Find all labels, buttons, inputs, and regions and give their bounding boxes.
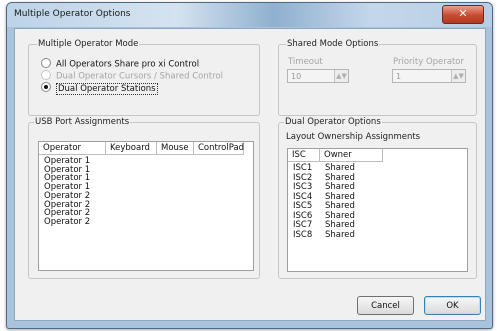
column-header-keyboard[interactable]: Keyboard [106, 142, 157, 155]
close-button[interactable]: ✕ [442, 5, 484, 24]
column-header-isc[interactable]: ISC [288, 149, 320, 162]
radio-button[interactable] [41, 70, 51, 80]
window-title: Multiple Operator Options [14, 9, 131, 19]
radio-dual-operator-cursors[interactable]: Dual Operator Cursors / Shared Control [41, 70, 223, 82]
shared-mode-options-label: Shared Mode Options [286, 39, 380, 49]
usb-port-rows: Operator 1 Operator 1 Operator 1 Operato… [44, 157, 90, 227]
isc-column: ISC1 ISC2 ISC3 ISC4 ISC5 ISC6 ISC7 ISC8 [293, 163, 312, 241]
radio-label: All Operators Share pro xi Control [56, 59, 200, 70]
column-header-controlpad[interactable]: ControlPad [194, 142, 244, 155]
close-icon: ✕ [458, 7, 468, 20]
isc-cell[interactable]: ISC8 [293, 230, 312, 241]
column-header-mouse[interactable]: Mouse [157, 142, 194, 155]
priority-operator-label: Priority Operator [392, 57, 466, 67]
usb-port-assignments-label: USB Port Assignments [34, 117, 131, 127]
dual-operator-options-group: Dual Operator Options Layout Ownership A… [278, 117, 477, 279]
dialog-window: Multiple Operator Options ✕ Multiple Ope… [6, 2, 493, 329]
list-item[interactable]: Operator 2 [44, 218, 90, 227]
timeout-label: Timeout [287, 57, 324, 67]
column-header-owner[interactable]: Owner [320, 149, 383, 162]
title-bar[interactable]: Multiple Operator Options ✕ [7, 3, 492, 27]
priority-operator-value: 1 [396, 72, 402, 81]
radio-label: Dual Operator Cursors / Shared Control [56, 71, 223, 82]
spinner-arrows-icon[interactable]: ▲▼ [334, 70, 348, 82]
usb-port-assignments-group: USB Port Assignments Operator Keyboard M… [28, 117, 260, 279]
layout-ownership-list[interactable]: ISC Owner ISC1 ISC2 ISC3 ISC4 ISC5 ISC6 … [287, 148, 468, 272]
multiple-operator-mode-group: Multiple Operator Mode All Operators Sha… [28, 39, 260, 116]
multiple-operator-mode-label: Multiple Operator Mode [37, 39, 140, 49]
owner-cell[interactable]: Shared [325, 230, 355, 241]
owner-column: Shared Shared Shared Shared Shared Share… [325, 163, 355, 241]
column-header-operator[interactable]: Operator [39, 142, 106, 155]
shared-mode-options-group: Shared Mode Options Timeout 10 ▲▼ Priori… [278, 39, 477, 116]
cancel-button[interactable]: Cancel [357, 296, 414, 315]
timeout-spinner[interactable]: 10 ▲▼ [287, 69, 349, 83]
layout-ownership-label: Layout Ownership Assignments [285, 132, 422, 142]
spinner-arrows-icon[interactable]: ▲▼ [451, 70, 465, 82]
priority-operator-spinner[interactable]: 1 ▲▼ [392, 69, 466, 83]
radio-label: Dual Operator Stations [56, 82, 158, 95]
ok-button[interactable]: OK [424, 296, 481, 315]
radio-button-selected[interactable] [41, 82, 51, 92]
usb-port-list[interactable]: Operator Keyboard Mouse ControlPad Opera… [38, 141, 254, 271]
radio-all-operators-share[interactable]: All Operators Share pro xi Control [41, 58, 200, 70]
dual-operator-options-label: Dual Operator Options [284, 117, 382, 127]
radio-dual-operator-stations[interactable]: Dual Operator Stations [41, 82, 158, 95]
timeout-value: 10 [291, 72, 302, 81]
dialog-client-area: Multiple Operator Mode All Operators Sha… [14, 28, 486, 321]
radio-button[interactable] [41, 58, 51, 68]
